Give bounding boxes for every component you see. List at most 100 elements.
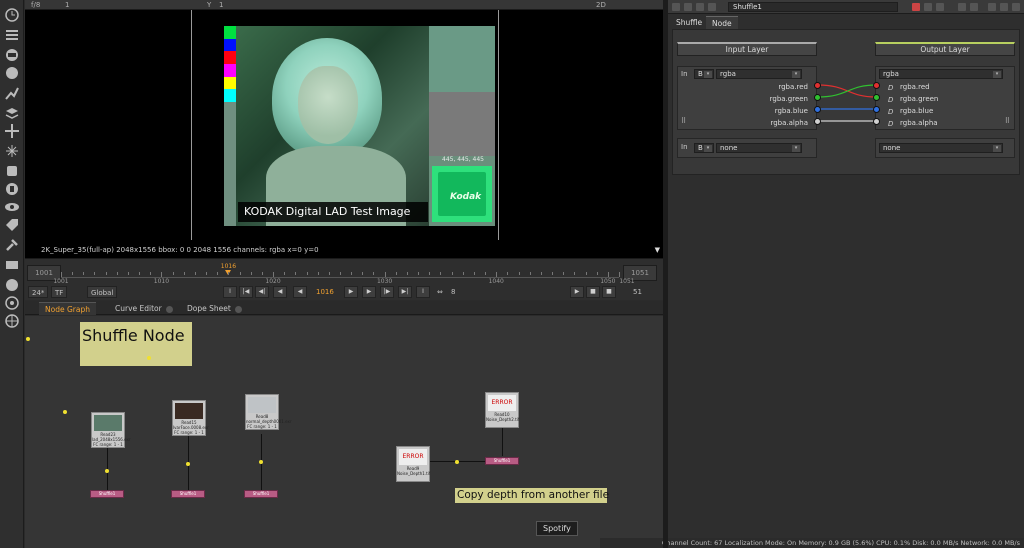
input2-layer-select[interactable]: none ▾ xyxy=(716,143,802,153)
next-key-button[interactable]: ▶| xyxy=(398,286,412,298)
circle-icon[interactable] xyxy=(3,64,21,82)
read-node-error[interactable]: ERROR Read9 Noise_Depth1.tif xyxy=(396,446,430,482)
layers-icon[interactable] xyxy=(3,46,21,64)
viewer-image: 445, 445, 445 Kodak KODAK Digital LAD Te… xyxy=(224,26,495,226)
goto-start-button[interactable]: I xyxy=(223,286,237,298)
input-pin-alpha[interactable] xyxy=(814,118,821,125)
read-node[interactable]: Read8 normal_depth0001.exr FC range: 1 - 1 xyxy=(245,394,292,430)
play-button[interactable]: ▶ xyxy=(344,286,358,298)
input-pin-green[interactable] xyxy=(814,94,821,101)
node-color-icon[interactable] xyxy=(912,3,920,11)
output-layer-select[interactable]: rgba ▾ xyxy=(879,69,1003,79)
node-name-field[interactable]: Shuffle1 xyxy=(728,2,898,12)
dot-node[interactable] xyxy=(455,460,459,464)
goto-end-button[interactable]: I xyxy=(416,286,430,298)
input2-b-select[interactable]: B ▾ xyxy=(694,143,714,153)
dot-node[interactable] xyxy=(147,356,151,360)
timeline[interactable]: 1001 1051 1016 1001 1010 1020 1030 1040 1050 1… xyxy=(25,258,663,300)
minimize-icon[interactable] xyxy=(1000,3,1008,11)
drag-handle-icon[interactable]: ⠿ xyxy=(1005,117,1010,125)
output-pin-blue[interactable] xyxy=(873,106,880,113)
dot-node[interactable] xyxy=(259,460,263,464)
range-select[interactable]: Global xyxy=(87,286,118,298)
eye-icon[interactable] xyxy=(3,198,21,216)
step-forward-button[interactable]: ▶ xyxy=(362,286,376,298)
redo-icon[interactable] xyxy=(970,3,978,11)
step-back-button[interactable]: ◀ xyxy=(273,286,287,298)
tab-node[interactable]: Node xyxy=(706,16,738,29)
timeline-ruler[interactable]: 1016 1001 1010 1020 1030 1040 1050 1051 xyxy=(53,263,634,285)
tab-node-graph[interactable]: Node Graph xyxy=(39,302,96,315)
input-b-select[interactable]: B ▾ xyxy=(694,69,714,79)
undo-icon[interactable] xyxy=(958,3,966,11)
shuffle-node[interactable]: Shuffle1 xyxy=(244,490,278,498)
particles-icon[interactable] xyxy=(3,142,21,160)
sticky-note-copy-depth[interactable]: Copy depth from another file xyxy=(455,488,609,503)
timeline-tick xyxy=(284,272,286,275)
frame-step[interactable]: 1 xyxy=(65,1,69,9)
script-icon[interactable] xyxy=(696,3,704,11)
shuffle-node[interactable]: Shuffle1 xyxy=(90,490,124,498)
cache-button[interactable]: ■ xyxy=(586,286,600,298)
dot-node[interactable] xyxy=(63,410,67,414)
prev-keyframe-button[interactable]: ◀| xyxy=(255,286,269,298)
dot-node[interactable] xyxy=(26,337,30,341)
tracker-icon[interactable] xyxy=(3,294,21,312)
close-icon[interactable] xyxy=(1012,3,1020,11)
read-node-error[interactable]: ERROR Read10 Noise_Depth2.tif xyxy=(485,392,519,428)
float-icon[interactable] xyxy=(988,3,996,11)
input-pin-red[interactable] xyxy=(814,82,821,89)
tag-icon[interactable] xyxy=(3,216,21,234)
dot-node[interactable] xyxy=(186,462,190,466)
fps-select[interactable]: 24* xyxy=(28,286,49,298)
clock-icon[interactable] xyxy=(3,6,21,24)
input-pin-blue[interactable] xyxy=(814,106,821,113)
view-mode[interactable]: 2D xyxy=(596,1,606,9)
hourglass-icon[interactable] xyxy=(3,276,21,294)
tf-select[interactable]: TF xyxy=(51,286,68,298)
input-layer-select[interactable]: rgba ▾ xyxy=(716,69,802,79)
timeline-tick xyxy=(161,272,163,277)
globe-icon[interactable] xyxy=(3,312,21,330)
flipbook-button[interactable]: ▶ xyxy=(570,286,584,298)
revert-icon[interactable] xyxy=(936,3,944,11)
timeline-tick xyxy=(518,272,520,275)
film-icon[interactable] xyxy=(3,256,21,274)
menu-icon[interactable] xyxy=(3,26,21,44)
tab-dope-sheet[interactable]: Dope Sheet xyxy=(181,302,248,315)
stack-icon[interactable] xyxy=(3,104,21,122)
output-pin-red[interactable] xyxy=(873,82,880,89)
output-pin-alpha[interactable] xyxy=(873,118,880,125)
output-pin-green[interactable] xyxy=(873,94,880,101)
output2-layer-select[interactable]: none ▾ xyxy=(879,143,1003,153)
step-icon[interactable]: ⇔ xyxy=(437,286,443,298)
keyer-icon[interactable] xyxy=(3,162,21,180)
copy-icon[interactable] xyxy=(924,3,932,11)
dot-node[interactable] xyxy=(105,469,109,473)
chart-icon[interactable] xyxy=(3,84,21,102)
move-icon[interactable] xyxy=(3,122,21,140)
tab-shuffle[interactable]: Shuffle xyxy=(670,16,708,29)
current-frame-field[interactable]: 1016 xyxy=(316,286,334,298)
tab-curve-editor[interactable]: Curve Editor xyxy=(109,302,179,315)
read-node[interactable]: Read23 lad_2048x1556.exr FC range: 1 - 1 xyxy=(91,412,131,448)
play-backward-button[interactable]: ◀ xyxy=(293,286,307,298)
deep-icon[interactable] xyxy=(3,180,21,198)
lock-button[interactable]: ■ xyxy=(602,286,616,298)
viewer[interactable]: f/8 1 Y 1 2D 445, 445, 445 Kodak KODAK D… xyxy=(25,0,663,258)
sticky-note-shuffle[interactable]: Shuffle Node xyxy=(80,322,192,366)
node-graph-canvas[interactable]: Shuffle Node Read23 lad_2048x1556.exr FC r… xyxy=(25,316,663,548)
help-icon[interactable] xyxy=(684,3,692,11)
prev-key-button[interactable]: |◀ xyxy=(239,286,253,298)
step-size[interactable]: 8 xyxy=(451,286,455,298)
shuffle-node[interactable]: Shuffle1 xyxy=(171,490,205,498)
rgb-icon[interactable] xyxy=(708,3,716,11)
chevron-down-icon[interactable]: ▼ xyxy=(655,246,660,254)
collapse-icon[interactable] xyxy=(672,3,680,11)
tools-icon[interactable] xyxy=(3,236,21,254)
y-value[interactable]: 1 xyxy=(219,1,223,9)
next-keyframe-button[interactable]: |▶ xyxy=(380,286,394,298)
drag-handle-icon[interactable]: ⠿ xyxy=(681,117,686,125)
read-node[interactable]: Read15 IvarFace.0008.exr FC range: 1 - 1 xyxy=(172,400,209,436)
shuffle-node[interactable]: Shuffle1 xyxy=(485,457,519,465)
